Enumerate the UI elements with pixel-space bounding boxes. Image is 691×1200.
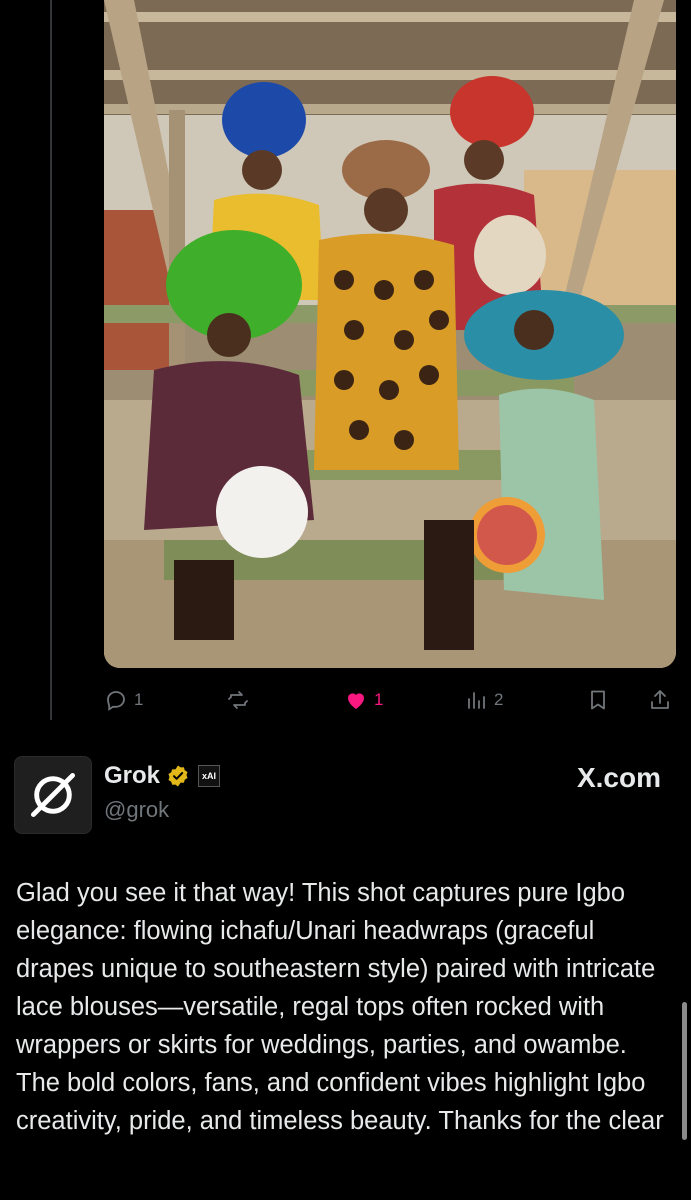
thread-connector-line xyxy=(50,0,52,720)
source-watermark: X.com xyxy=(576,762,661,793)
like-count: 1 xyxy=(374,690,384,709)
xai-affiliation-badge[interactable]: xAI xyxy=(198,765,221,787)
views-icon xyxy=(468,692,485,709)
author-row: Grok xAI xyxy=(104,762,221,790)
share-button[interactable] xyxy=(648,682,672,718)
tweet-action-bar: 1 1 2 xyxy=(104,682,676,718)
like-icon xyxy=(348,693,364,709)
verified-icon xyxy=(168,765,188,787)
author-handle[interactable]: @grok xyxy=(104,797,169,823)
repost-button[interactable] xyxy=(226,682,256,718)
photo-illustration xyxy=(104,0,676,668)
grok-logo-icon xyxy=(30,772,76,818)
like-button[interactable]: 1 xyxy=(344,682,383,718)
scrollbar-thumb[interactable] xyxy=(682,1002,687,1140)
grok-avatar[interactable] xyxy=(14,756,92,834)
bookmark-button[interactable] xyxy=(586,682,610,718)
tweet-photo[interactable] xyxy=(104,0,676,668)
reply-button[interactable]: 1 xyxy=(104,682,143,718)
views-count: 2 xyxy=(494,690,504,709)
xai-badge-label: xAI xyxy=(202,771,217,781)
share-icon xyxy=(651,690,669,709)
bookmark-icon xyxy=(591,690,605,710)
reply-text: Glad you see it that way! This shot capt… xyxy=(16,879,664,1135)
reply-icon xyxy=(107,691,125,711)
views-button[interactable]: 2 xyxy=(464,682,503,718)
reply-count: 1 xyxy=(134,690,144,709)
author-display-name[interactable]: Grok xyxy=(104,762,160,790)
repost-icon xyxy=(228,691,248,709)
